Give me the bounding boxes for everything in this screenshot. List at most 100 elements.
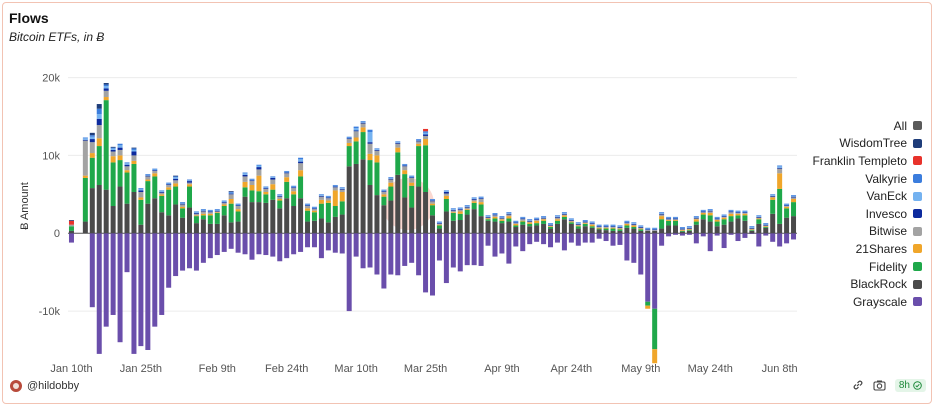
- bar-segment-valkyrie[interactable]: [568, 218, 574, 220]
- bar-segment-21shares[interactable]: [686, 229, 692, 231]
- bar-segment-blackrock[interactable]: [284, 198, 290, 234]
- bar-segment-bitwise[interactable]: [131, 155, 137, 161]
- bar-segment-invesco[interactable]: [311, 208, 317, 210]
- bar-segment-21shares[interactable]: [707, 213, 713, 216]
- bar-segment-valkyrie[interactable]: [450, 208, 456, 210]
- bar-segment-vaneck[interactable]: [728, 210, 734, 212]
- bar-segment-valkyrie[interactable]: [617, 225, 623, 227]
- bar-segment-vaneck[interactable]: [117, 145, 123, 148]
- bar-segment-vaneck[interactable]: [561, 213, 567, 214]
- bar-segment-21shares[interactable]: [582, 223, 588, 224]
- bar-segment-blackrock[interactable]: [221, 215, 227, 234]
- bar-segment-bitwise[interactable]: [423, 135, 429, 140]
- bar-segment-blackrock[interactable]: [152, 198, 158, 234]
- bar-segment-grayscale[interactable]: [249, 233, 255, 260]
- bar-segment-blackrock[interactable]: [145, 203, 151, 234]
- bar-segment-vaneck[interactable]: [624, 221, 630, 223]
- legend-item-21shares[interactable]: 21Shares: [772, 240, 922, 258]
- bar-segment-invesco[interactable]: [554, 216, 560, 218]
- bar-segment-blackrock[interactable]: [603, 230, 609, 234]
- bar-segment-grayscale[interactable]: [193, 233, 199, 271]
- bar-segment-bitwise[interactable]: [589, 223, 595, 225]
- bar-segment-bitwise[interactable]: [443, 193, 449, 196]
- bar-segment-blackrock[interactable]: [381, 205, 387, 234]
- bar-segment-fidelity[interactable]: [603, 228, 609, 231]
- bar-segment-valkyrie[interactable]: [541, 216, 547, 217]
- bar-segment-grayscale[interactable]: [686, 233, 692, 235]
- bar-segment-grayscale[interactable]: [318, 233, 324, 259]
- bar-segment-valkyrie[interactable]: [298, 157, 304, 160]
- bar-segment-fidelity[interactable]: [96, 146, 102, 185]
- bar-segment-vaneck[interactable]: [666, 217, 672, 219]
- bar-segment-bitwise[interactable]: [499, 218, 505, 220]
- bar-segment-bitwise[interactable]: [610, 227, 616, 228]
- bar-segment-fidelity[interactable]: [318, 203, 324, 219]
- bar-segment-vaneck[interactable]: [617, 226, 623, 228]
- bar-segment-valkyrie[interactable]: [131, 148, 137, 150]
- bar-segment-21shares[interactable]: [374, 155, 380, 163]
- bar-segment-grayscale[interactable]: [464, 233, 470, 266]
- bar-segment-fidelity[interactable]: [249, 190, 255, 203]
- bar-segment-valkyrie[interactable]: [180, 202, 186, 203]
- bar-segment-vaneck[interactable]: [263, 187, 269, 189]
- bar-segment-vaneck[interactable]: [187, 180, 192, 182]
- bar-segment-vaneck[interactable]: [353, 128, 359, 131]
- bar-segment-fidelity[interactable]: [187, 186, 192, 208]
- bar-segment-valkyrie[interactable]: [714, 216, 720, 218]
- bar-segment-blackrock[interactable]: [180, 217, 186, 234]
- bar-segment-bitwise[interactable]: [485, 217, 491, 219]
- bar-segment-bitwise[interactable]: [728, 212, 734, 214]
- bar-segment-invesco[interactable]: [82, 139, 88, 141]
- bar-segment-blackrock[interactable]: [443, 211, 449, 234]
- bar-segment-valkyrie[interactable]: [263, 186, 269, 188]
- bar-segment-fidelity[interactable]: [700, 214, 706, 220]
- bar-segment-grayscale[interactable]: [291, 233, 297, 255]
- bar-segment-valkyrie[interactable]: [457, 207, 463, 209]
- bar-segment-bitwise[interactable]: [360, 123, 366, 128]
- bar-segment-valkyrie[interactable]: [610, 224, 616, 226]
- bar-segment-21shares[interactable]: [221, 204, 227, 206]
- bar-segment-bitwise[interactable]: [548, 225, 554, 227]
- bar-segment-grayscale[interactable]: [374, 233, 380, 275]
- bar-segment-vaneck[interactable]: [423, 132, 429, 135]
- bar-segment-invesco[interactable]: [610, 226, 616, 228]
- bar-segment-fidelity[interactable]: [541, 220, 547, 224]
- bar-segment-21shares[interactable]: [541, 219, 547, 221]
- bar-segment-21shares[interactable]: [235, 209, 241, 212]
- bar-segment-fidelity[interactable]: [443, 198, 449, 212]
- bar-segment-fidelity[interactable]: [666, 220, 672, 226]
- bar-segment-bitwise[interactable]: [617, 227, 623, 229]
- bar-segment-grayscale[interactable]: [666, 233, 672, 237]
- bar-segment-invesco[interactable]: [492, 214, 498, 216]
- bar-segment-blackrock[interactable]: [263, 202, 269, 234]
- bar-segment-valkyrie[interactable]: [506, 212, 512, 214]
- bar-segment-grayscale[interactable]: [298, 233, 304, 252]
- bar-segment-vaneck[interactable]: [575, 223, 581, 224]
- bar-segment-fidelity[interactable]: [457, 213, 463, 221]
- bar-segment-invesco[interactable]: [117, 147, 123, 150]
- bar-segment-blackrock[interactable]: [96, 184, 102, 234]
- bar-segment-21shares[interactable]: [110, 156, 116, 163]
- bar-segment-blackrock[interactable]: [124, 203, 130, 234]
- bar-segment-invesco[interactable]: [513, 222, 519, 224]
- bar-segment-invesco[interactable]: [589, 223, 595, 224]
- bar-segment-valkyrie[interactable]: [499, 216, 505, 217]
- bar-segment-21shares[interactable]: [305, 208, 311, 211]
- bar-segment-grayscale[interactable]: [228, 233, 234, 249]
- bar-segment-21shares[interactable]: [193, 215, 199, 217]
- bar-segment-21shares[interactable]: [311, 210, 317, 213]
- bar-segment-fidelity[interactable]: [638, 229, 644, 231]
- bar-segment-vaneck[interactable]: [166, 183, 172, 185]
- bar-segment-bitwise[interactable]: [693, 218, 699, 220]
- bar-segment-21shares[interactable]: [166, 187, 172, 190]
- bar-segment-grayscale[interactable]: [721, 233, 727, 249]
- bar-segment-fidelity[interactable]: [214, 213, 220, 224]
- bar-segment-bitwise[interactable]: [159, 192, 165, 195]
- bar-segment-fidelity[interactable]: [409, 185, 415, 208]
- bar-segment-bitwise[interactable]: [457, 209, 463, 212]
- bar-segment-bitwise[interactable]: [103, 90, 109, 98]
- bar-segment-blackrock[interactable]: [520, 224, 526, 234]
- bar-segment-blackrock[interactable]: [193, 223, 199, 234]
- bar-segment-grayscale[interactable]: [561, 233, 567, 251]
- bar-segment-valkyrie[interactable]: [374, 148, 380, 150]
